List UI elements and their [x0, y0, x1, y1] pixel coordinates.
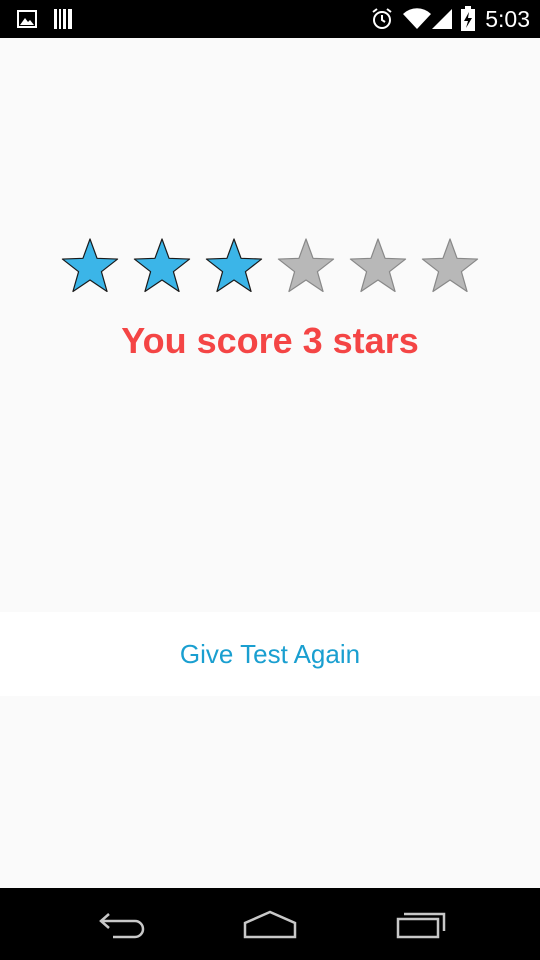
- star-empty-icon: [421, 238, 479, 293]
- star-rating: [60, 237, 480, 297]
- result-screen: You score 3 stars Give Test Again: [0, 38, 540, 888]
- star-empty-icon: [349, 238, 407, 293]
- alarm-icon: [370, 0, 394, 38]
- image-icon: [16, 0, 38, 38]
- signal-icon: [430, 0, 454, 38]
- score-text: You score 3 stars: [121, 320, 419, 361]
- star-filled-icon: [205, 238, 263, 293]
- status-bar: 5:03: [0, 0, 540, 38]
- star-filled-icon: [61, 238, 119, 293]
- status-time: 5:03: [485, 6, 530, 32]
- give-test-again-button[interactable]: Give Test Again: [0, 612, 540, 696]
- barcode-icon: [52, 0, 74, 38]
- recents-icon[interactable]: [367, 888, 477, 960]
- wifi-icon: [402, 0, 432, 38]
- battery-charging-icon: [458, 0, 478, 38]
- home-icon[interactable]: [215, 888, 325, 960]
- navigation-bar: [0, 888, 540, 960]
- back-icon[interactable]: [65, 888, 175, 960]
- star-empty-icon: [277, 238, 335, 293]
- star-filled-icon: [133, 238, 191, 293]
